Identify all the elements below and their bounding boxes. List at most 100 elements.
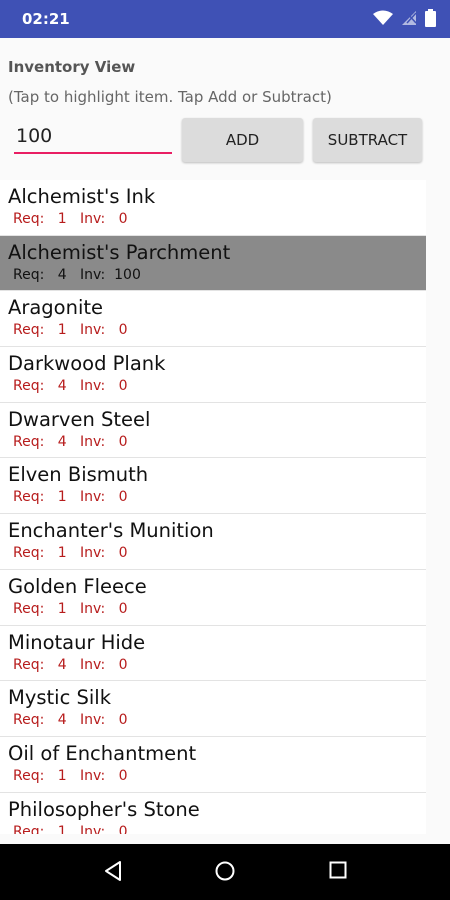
item-meta: Req: 1 Inv: 0 bbox=[13, 322, 128, 338]
inv-label: Inv: bbox=[79, 322, 106, 339]
add-button[interactable]: ADD bbox=[182, 118, 303, 162]
inv-label: Inv: bbox=[79, 656, 106, 673]
inventory-list[interactable]: Alchemist's Ink Req: 1 Inv: 0 Alchemist's… bbox=[0, 180, 426, 834]
status-bar: 02:21 bbox=[0, 0, 450, 38]
list-item-selected[interactable]: Alchemist's Parchment Req: 4 Inv: 100 bbox=[0, 235, 426, 292]
item-name: Dwarven Steel bbox=[8, 407, 151, 431]
signal-icon bbox=[402, 11, 417, 25]
item-meta: Req: 1 Inv: 0 bbox=[13, 768, 128, 784]
inv-value: 0 bbox=[118, 489, 128, 506]
req-value: 4 bbox=[57, 266, 67, 283]
back-icon[interactable] bbox=[103, 860, 123, 882]
req-label: Req: bbox=[13, 489, 45, 506]
item-meta: Req: 4 Inv: 0 bbox=[13, 712, 128, 728]
item-name: Elven Bismuth bbox=[8, 463, 149, 487]
list-item[interactable]: Minotaur Hide Req: 4 Inv: 0 bbox=[0, 625, 426, 682]
item-name: Alchemist's Ink bbox=[8, 185, 156, 208]
req-label: Req: bbox=[13, 211, 45, 227]
req-label: Req: bbox=[13, 767, 45, 784]
item-name: Oil of Enchantment bbox=[8, 741, 197, 765]
inv-value: 0 bbox=[118, 823, 128, 834]
req-value: 1 bbox=[57, 211, 67, 227]
req-label: Req: bbox=[13, 823, 45, 834]
item-meta: Req: 1 Inv: 0 bbox=[13, 824, 128, 834]
item-name: Darkwood Plank bbox=[8, 352, 166, 376]
inv-label: Inv: bbox=[79, 600, 106, 617]
list-item[interactable]: Philosopher's Stone Req: 1 Inv: 0 bbox=[0, 792, 426, 834]
battery-icon bbox=[425, 9, 436, 27]
item-meta: Req: 1 Inv: 0 bbox=[13, 545, 128, 561]
inv-label: Inv: bbox=[79, 378, 106, 395]
req-label: Req: bbox=[13, 600, 45, 617]
req-label: Req: bbox=[13, 433, 45, 450]
req-value: 1 bbox=[57, 823, 67, 834]
instruction-text: (Tap to highlight item. Tap Add or Subtr… bbox=[8, 88, 332, 106]
inv-label: Inv: bbox=[79, 712, 106, 729]
wifi-icon bbox=[373, 10, 393, 25]
inv-label: Inv: bbox=[79, 823, 106, 834]
list-item[interactable]: Darkwood Plank Req: 4 Inv: 0 bbox=[0, 347, 426, 403]
item-meta: Req: 1 Inv: 0 bbox=[13, 601, 128, 617]
item-meta: Req: 4 Inv: 0 bbox=[13, 657, 128, 673]
req-value: 1 bbox=[57, 489, 67, 506]
req-label: Req: bbox=[13, 378, 45, 395]
item-meta: Req: 4 Inv: 0 bbox=[13, 434, 128, 450]
inv-value: 0 bbox=[118, 656, 128, 673]
item-name: Enchanter's Munition bbox=[8, 519, 214, 543]
req-value: 4 bbox=[57, 378, 67, 395]
list-item[interactable]: Golden Fleece Req: 1 Inv: 0 bbox=[0, 569, 426, 626]
subtract-button[interactable]: SUBTRACT bbox=[313, 118, 422, 162]
req-label: Req: bbox=[13, 656, 45, 673]
inv-value: 0 bbox=[118, 712, 128, 729]
inv-value: 0 bbox=[118, 322, 128, 339]
inv-label: Inv: bbox=[79, 767, 106, 784]
req-label: Req: bbox=[13, 322, 45, 339]
list-item[interactable]: Alchemist's Ink Req: 1 Inv: 0 bbox=[0, 180, 426, 236]
navigation-bar bbox=[0, 844, 450, 900]
req-value: 4 bbox=[57, 433, 67, 450]
req-label: Req: bbox=[13, 712, 45, 729]
inv-value: 0 bbox=[118, 600, 128, 617]
item-name: Mystic Silk bbox=[8, 686, 112, 710]
recents-icon[interactable] bbox=[328, 860, 348, 880]
quantity-input[interactable] bbox=[14, 120, 172, 154]
inv-value: 0 bbox=[118, 545, 128, 562]
list-item[interactable]: Mystic Silk Req: 4 Inv: 0 bbox=[0, 681, 426, 737]
item-name: Alchemist's Parchment bbox=[8, 240, 231, 264]
inv-label: Inv: bbox=[79, 433, 106, 450]
inv-label: Inv: bbox=[79, 211, 106, 227]
item-name: Aragonite bbox=[8, 296, 104, 320]
inv-value: 100 bbox=[114, 266, 141, 283]
item-meta: Req: 4 Inv: 100 bbox=[13, 267, 141, 283]
inv-label: Inv: bbox=[79, 545, 106, 562]
req-value: 1 bbox=[57, 545, 67, 562]
req-value: 4 bbox=[57, 712, 67, 729]
item-meta: Req: 1 Inv: 0 bbox=[13, 211, 128, 227]
list-item[interactable]: Enchanter's Munition Req: 1 Inv: 0 bbox=[0, 514, 426, 570]
status-time: 02:21 bbox=[22, 10, 70, 28]
req-value: 1 bbox=[57, 600, 67, 617]
item-meta: Req: 4 Inv: 0 bbox=[13, 378, 128, 394]
inv-value: 0 bbox=[118, 378, 128, 395]
req-value: 1 bbox=[57, 767, 67, 784]
list-item[interactable]: Aragonite Req: 1 Inv: 0 bbox=[0, 291, 426, 348]
item-meta: Req: 1 Inv: 0 bbox=[13, 489, 128, 505]
list-item[interactable]: Elven Bismuth Req: 1 Inv: 0 bbox=[0, 458, 426, 515]
status-icons bbox=[373, 9, 436, 27]
inv-value: 0 bbox=[118, 211, 128, 227]
list-item[interactable]: Dwarven Steel Req: 4 Inv: 0 bbox=[0, 402, 426, 459]
list-item[interactable]: Oil of Enchantment Req: 1 Inv: 0 bbox=[0, 736, 426, 793]
item-name: Minotaur Hide bbox=[8, 630, 146, 654]
item-name: Philosopher's Stone bbox=[8, 797, 200, 821]
inv-label: Inv: bbox=[79, 489, 106, 506]
req-label: Req: bbox=[13, 266, 45, 283]
inv-label: Inv: bbox=[79, 266, 106, 283]
page-title: Inventory View bbox=[8, 58, 136, 76]
inv-value: 0 bbox=[118, 433, 128, 450]
req-value: 1 bbox=[57, 322, 67, 339]
req-label: Req: bbox=[13, 545, 45, 562]
item-name: Golden Fleece bbox=[8, 574, 147, 598]
inv-value: 0 bbox=[118, 767, 128, 784]
app-area: Inventory View (Tap to highlight item. T… bbox=[0, 38, 450, 844]
home-icon[interactable] bbox=[214, 860, 236, 882]
